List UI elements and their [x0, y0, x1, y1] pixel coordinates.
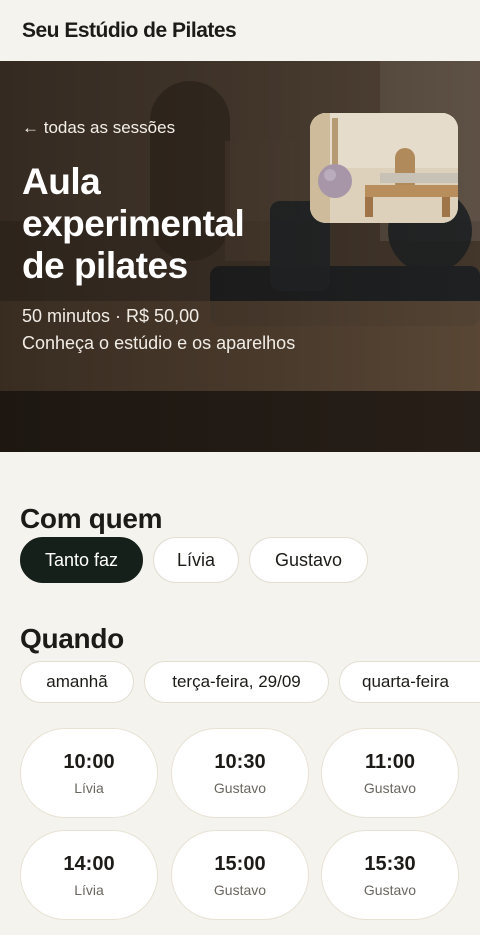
slot-time: 15:00	[214, 852, 266, 875]
instructor-section-title: Com quem	[20, 503, 163, 534]
instructor-option-livia[interactable]: Lívia	[153, 537, 239, 583]
slot-instructor: Lívia	[74, 779, 104, 796]
slot-instructor: Gustavo	[213, 881, 267, 898]
session-title: Aula experimental de pilates	[22, 161, 245, 286]
session-duration-price: 50 minutos · R$ 50,00	[22, 306, 200, 326]
time-slot[interactable]: 11:00 Gustavo	[321, 728, 459, 818]
slot-time: 15:30	[364, 852, 416, 875]
slot-time: 10:30	[214, 750, 266, 773]
slot-instructor: Gustavo	[213, 779, 267, 796]
time-slot[interactable]: 14:00 Lívia	[20, 830, 158, 920]
slot-time: 14:00	[63, 852, 115, 875]
slot-instructor: Gustavo	[363, 881, 417, 898]
day-option-tuesday[interactable]: terça-feira, 29/09	[144, 661, 329, 703]
slot-instructor: Lívia	[74, 881, 104, 898]
studio-brand[interactable]: Seu Estúdio de Pilates	[22, 19, 237, 43]
time-slot[interactable]: 10:30 Gustavo	[171, 728, 309, 818]
instructor-option-gustavo[interactable]: Gustavo	[249, 537, 368, 583]
hero-content: ← todas as sessões Aula experimental de …	[22, 61, 480, 452]
day-option-tomorrow[interactable]: amanhã	[20, 661, 134, 703]
day-option-wednesday[interactable]: quarta-feira	[339, 661, 480, 703]
instructor-section: Com quem	[20, 503, 163, 535]
session-description: Conheça o estúdio e os aparelhos	[22, 333, 296, 353]
instructor-option-any[interactable]: Tanto faz	[20, 537, 143, 583]
slot-instructor: Gustavo	[363, 779, 417, 796]
back-to-sessions-link[interactable]: ← todas as sessões	[22, 118, 175, 138]
time-slot[interactable]: 10:00 Lívia	[20, 728, 158, 818]
hero-banner: ← todas as sessões Aula experimental de …	[0, 61, 480, 452]
date-section-title: Quando	[20, 623, 124, 654]
slot-time: 10:00	[63, 750, 115, 773]
slot-time: 11:00	[364, 750, 416, 773]
top-bar: Seu Estúdio de Pilates	[0, 0, 480, 61]
time-slot[interactable]: 15:30 Gustavo	[321, 830, 459, 920]
date-section: Quando	[20, 623, 124, 655]
time-slot[interactable]: 15:00 Gustavo	[171, 830, 309, 920]
